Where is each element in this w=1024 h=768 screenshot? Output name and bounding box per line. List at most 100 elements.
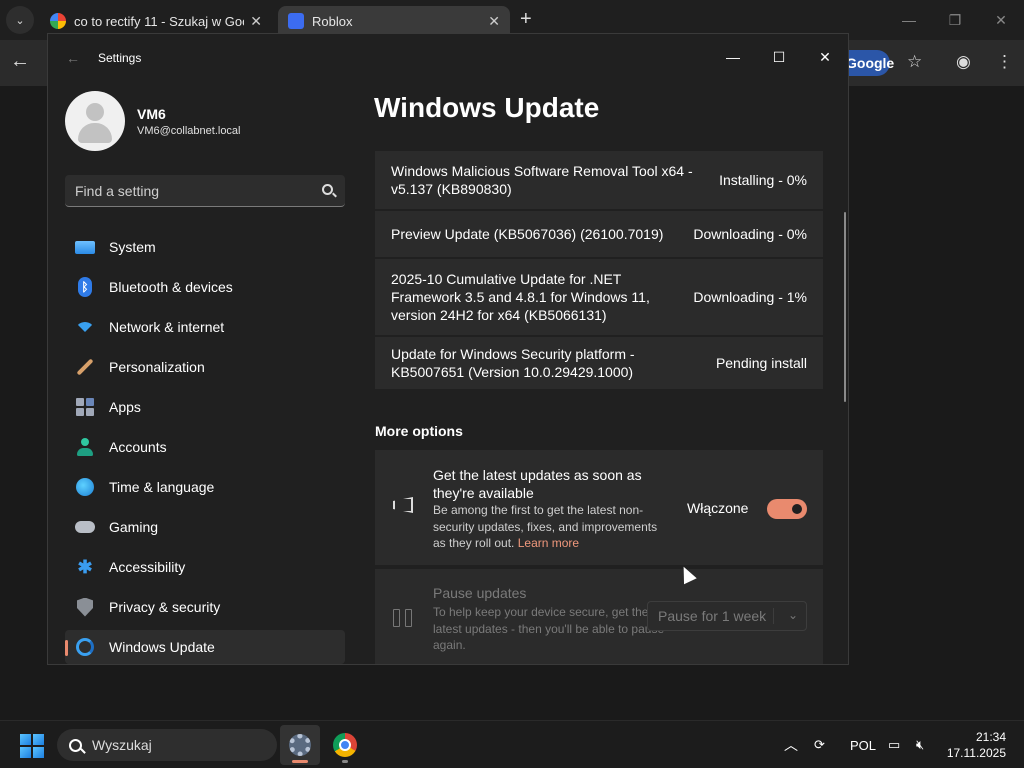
- sidebar-item-windows-update[interactable]: Windows Update: [65, 630, 345, 664]
- taskbar: Wyszukaj ︿ ⟳ POL ▭ 🔇︎ 21:34 17.11.2025: [0, 720, 1024, 768]
- sidebar-item-privacy[interactable]: Privacy & security: [65, 590, 345, 624]
- close-tab-icon[interactable]: ✕: [250, 13, 262, 30]
- controller-icon: [74, 516, 96, 538]
- update-row: Preview Update (KB5067036) (26100.7019) …: [375, 211, 823, 257]
- chevron-down-icon: ⌄: [787, 608, 798, 622]
- close-icon[interactable]: ✕: [978, 0, 1024, 40]
- bluetooth-icon: ᛒ: [74, 276, 96, 298]
- sidebar-item-system[interactable]: System: [65, 230, 345, 264]
- sidebar-item-label: Personalization: [109, 359, 205, 375]
- toggle-state-label: Włączone: [687, 500, 749, 516]
- star-icon[interactable]: ☆: [907, 52, 922, 72]
- search-box: [65, 175, 345, 207]
- clock[interactable]: 21:34 17.11.2025: [946, 721, 1006, 768]
- option-description: Be among the first to get the latest non…: [433, 503, 658, 550]
- pause-icon: [393, 609, 413, 627]
- sidebar-item-bluetooth[interactable]: ᛒ Bluetooth & devices: [65, 270, 345, 304]
- search-icon: [69, 738, 82, 752]
- menu-icon[interactable]: ⋮: [996, 52, 1013, 72]
- sidebar-item-accounts[interactable]: Accounts: [65, 430, 345, 464]
- profile-icon[interactable]: ◉: [956, 52, 971, 72]
- update-status: Installing - 0%: [719, 172, 807, 188]
- update-list: Windows Malicious Software Removal Tool …: [375, 151, 823, 391]
- sidebar-item-gaming[interactable]: Gaming: [65, 510, 345, 544]
- close-tab-icon[interactable]: ✕: [488, 13, 500, 30]
- tray-chevron-icon[interactable]: ︿: [784, 721, 798, 768]
- browser-tab-title: co to rectify 11 - Szukaj w Goog: [74, 13, 245, 29]
- option-title: Pause updates: [433, 585, 527, 601]
- avatar[interactable]: [65, 91, 125, 151]
- back-arrow-icon[interactable]: ←: [66, 50, 80, 66]
- sidebar-item-label: Bluetooth & devices: [109, 279, 233, 295]
- sidebar-item-time-language[interactable]: Time & language: [65, 470, 345, 504]
- update-name: 2025-10 Cumulative Update for .NET Frame…: [391, 271, 650, 323]
- option-description: To help keep your device secure, get the…: [433, 605, 665, 652]
- sidebar-item-personalization[interactable]: Personalization: [65, 350, 345, 384]
- update-status: Downloading - 0%: [693, 226, 807, 242]
- update-sync-icon[interactable]: ⟳: [814, 721, 825, 768]
- sidebar-item-network[interactable]: Network & internet: [65, 310, 345, 344]
- chevron-down-icon: ⌄: [15, 14, 25, 27]
- language-indicator[interactable]: POL: [850, 721, 876, 768]
- settings-window: ← Settings — ☐ ✕ VM6 VM6@collabnet.local…: [47, 33, 849, 665]
- sidebar-item-apps[interactable]: Apps: [65, 390, 345, 424]
- sidebar-item-label: Network & internet: [109, 319, 225, 335]
- sidebar-item-label: Accessibility: [109, 559, 186, 575]
- restore-icon[interactable]: ❐: [932, 0, 978, 40]
- start-button[interactable]: [20, 734, 44, 758]
- minimize-button[interactable]: —: [710, 42, 756, 72]
- section-heading: More options: [375, 423, 463, 439]
- search-icon[interactable]: [322, 184, 333, 195]
- latest-updates-toggle[interactable]: [767, 499, 807, 519]
- sidebar-item-label: Privacy & security: [109, 599, 221, 615]
- page-title: Windows Update: [374, 92, 600, 123]
- sidebar-item-accessibility[interactable]: ✱ Accessibility: [65, 550, 345, 584]
- back-arrow-icon[interactable]: ←: [10, 50, 30, 73]
- sidebar-item-label: Accounts: [109, 439, 167, 455]
- minimize-icon[interactable]: —: [886, 0, 932, 40]
- tab-search-button[interactable]: ⌄: [6, 6, 34, 34]
- roblox-favicon-icon: [288, 13, 304, 29]
- taskbar-settings-app[interactable]: [280, 725, 320, 765]
- close-button[interactable]: ✕: [802, 42, 848, 72]
- update-row: Windows Malicious Software Removal Tool …: [375, 151, 823, 209]
- sidebar-item-label: Time & language: [109, 479, 215, 495]
- profile-name: VM6: [137, 106, 166, 122]
- clock-date: 17.11.2025: [946, 746, 1006, 760]
- new-tab-icon[interactable]: +: [520, 8, 532, 31]
- learn-more-link[interactable]: Learn more: [518, 536, 579, 550]
- accounts-icon: [74, 436, 96, 458]
- search-input[interactable]: [75, 181, 305, 201]
- gear-icon: [289, 734, 311, 756]
- update-row: 2025-10 Cumulative Update for .NET Frame…: [375, 259, 823, 335]
- network-icon[interactable]: ▭: [888, 721, 900, 768]
- update-status: Downloading - 1%: [693, 289, 807, 305]
- update-status: Pending install: [715, 355, 807, 371]
- latest-updates-card[interactable]: Get the latest updates as soon as they'r…: [375, 450, 823, 565]
- pause-duration-select[interactable]: Pause for 1 week ⌄: [647, 601, 807, 631]
- scrollbar[interactable]: [844, 212, 846, 402]
- apps-icon: [74, 396, 96, 418]
- browser-tab-active[interactable]: Roblox ✕: [278, 6, 510, 36]
- sidebar-item-label: Apps: [109, 399, 141, 415]
- taskbar-search-label: Wyszukaj: [92, 737, 152, 753]
- option-title: Get the latest updates as soon as they'r…: [433, 467, 642, 501]
- profile-email: VM6@collabnet.local: [137, 125, 241, 137]
- sidebar-item-label: System: [109, 239, 156, 255]
- shield-icon: [74, 596, 96, 618]
- update-name: Windows Malicious Software Removal Tool …: [391, 163, 693, 197]
- globe-icon: [74, 476, 96, 498]
- pause-select-value: Pause for 1 week: [658, 608, 767, 624]
- settings-window-title: Settings: [98, 51, 142, 65]
- taskbar-search[interactable]: Wyszukaj: [57, 729, 277, 761]
- settings-titlebar: ← Settings — ☐ ✕: [48, 34, 848, 82]
- brush-icon: [74, 356, 96, 378]
- windows-update-icon: [74, 636, 96, 658]
- clock-time: 21:34: [975, 730, 1006, 744]
- volume-muted-icon[interactable]: 🔇︎: [916, 721, 924, 768]
- system-icon: [74, 236, 96, 258]
- maximize-button[interactable]: ☐: [756, 42, 802, 72]
- browser-tab[interactable]: co to rectify 11 - Szukaj w Goog ✕: [40, 6, 272, 36]
- update-name: Preview Update (KB5067036) (26100.7019): [391, 226, 664, 242]
- taskbar-chrome-app[interactable]: [325, 725, 365, 765]
